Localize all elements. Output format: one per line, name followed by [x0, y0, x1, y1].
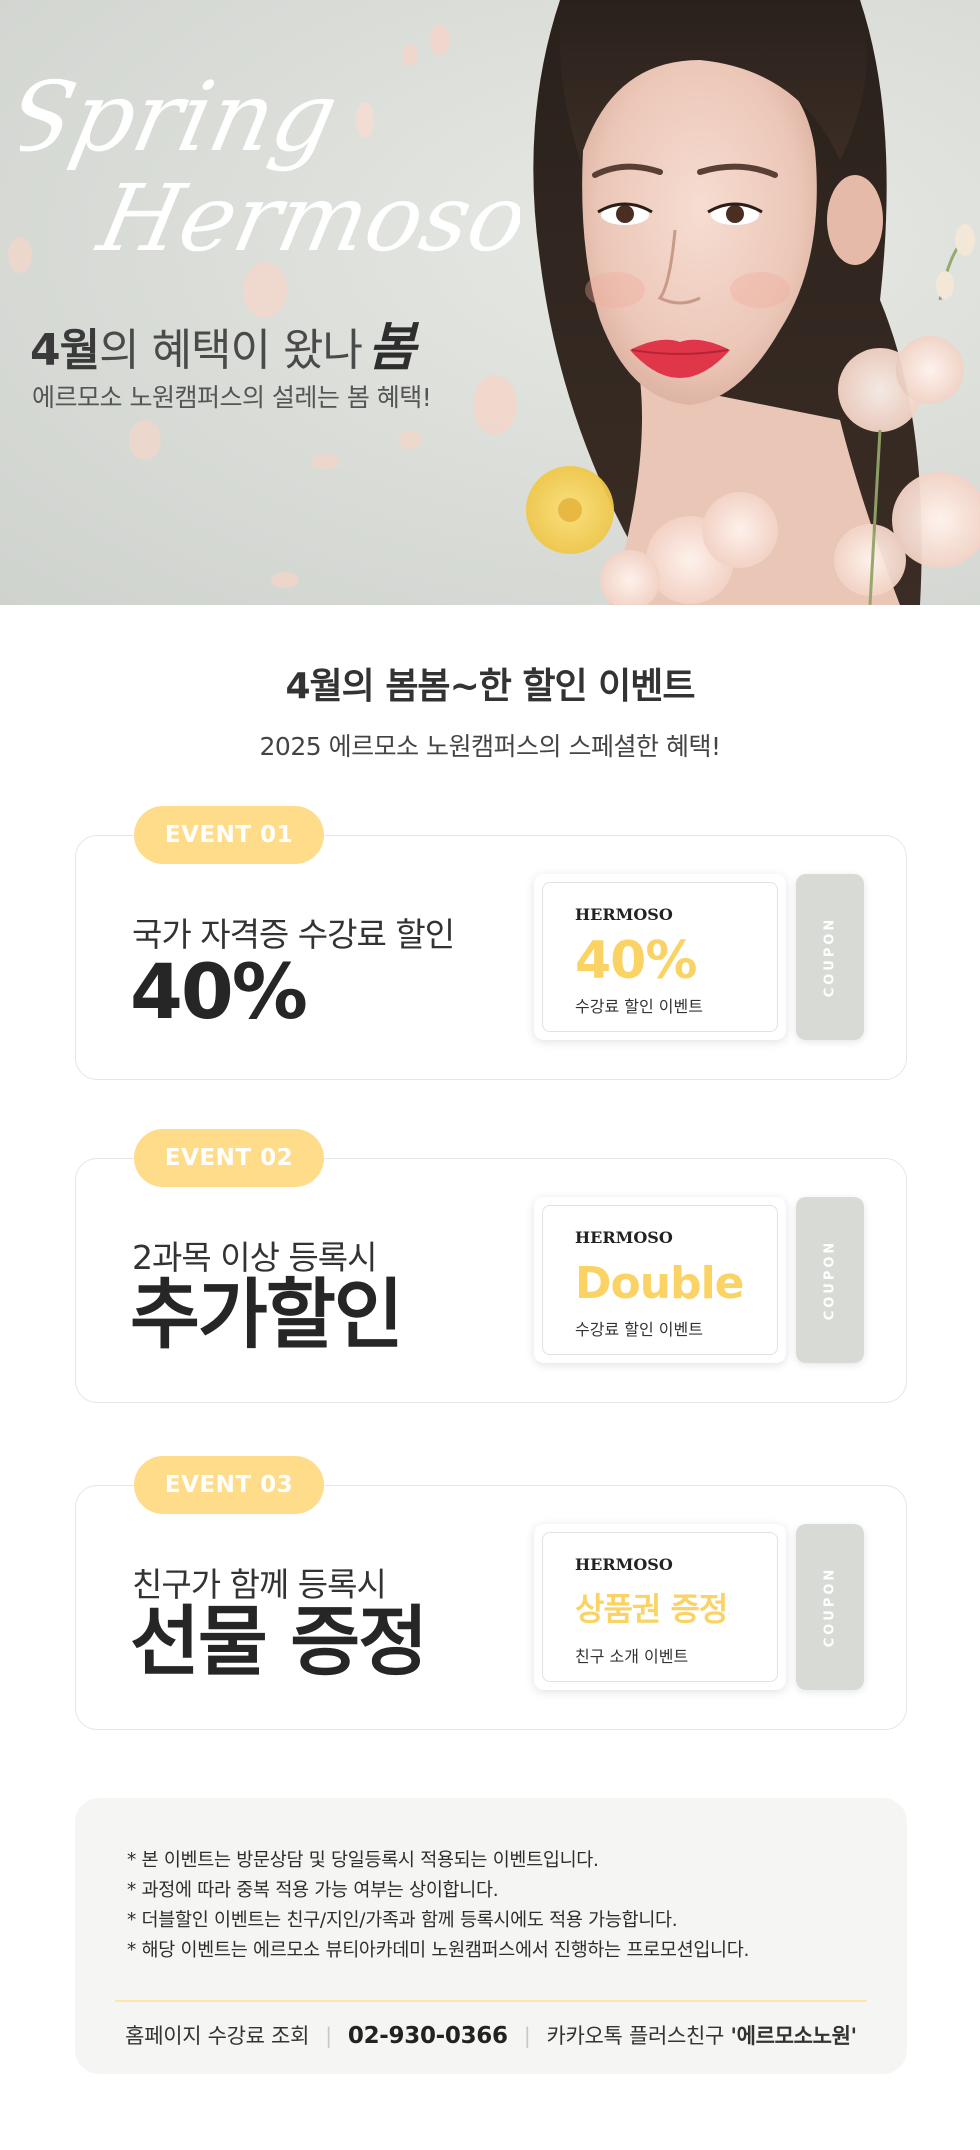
- intro-title: 4월의 봄봄~한 할인 이벤트: [285, 666, 695, 707]
- phone-number[interactable]: 02-930-0366: [348, 2023, 508, 2049]
- hero-heading: 4월의 혜택이 왔나 봄: [30, 317, 416, 378]
- svg-text:Spring: Spring: [20, 61, 347, 173]
- event-badge: EVENT 03: [134, 1456, 324, 1514]
- separator: |: [325, 2024, 332, 2048]
- coupon-stub: COUPON: [796, 1197, 864, 1363]
- event-badge: EVENT 01: [134, 806, 324, 864]
- coupon-brand: HERMOSO: [575, 1228, 673, 1247]
- coupon[interactable]: HERMOSO 상품권 증정 친구 소개 이벤트 COUPON: [534, 1524, 864, 1690]
- hero-subheading: 에르모소 노원캠퍼스의 설레는 봄 혜택!: [32, 383, 432, 412]
- coupon[interactable]: HERMOSO 40% 수강료 할인 이벤트 COUPON: [534, 874, 864, 1040]
- note-item: * 본 이벤트는 방문상담 및 당일등록시 적용되는 이벤트입니다.: [127, 1850, 599, 1871]
- coupon-stub: COUPON: [796, 874, 864, 1040]
- event-badge: EVENT 02: [134, 1129, 324, 1187]
- event-card-3: EVENT 03 친구가 함께 등록시 선물 증정 HERMOSO 상품권 증정…: [75, 1456, 907, 1730]
- event-card-1: EVENT 01 국가 자격증 수강료 할인 40% HERMOSO 40% 수…: [75, 806, 907, 1080]
- note-item: * 과정에 따라 중복 적용 가능 여부는 상이합니다.: [127, 1880, 499, 1901]
- note-item: * 더블할인 이벤트는 친구/지인/가족과 함께 등록시에도 적용 가능합니다.: [127, 1910, 678, 1931]
- event-card-2: EVENT 02 2과목 이상 등록시 추가할인 HERMOSO Double …: [75, 1129, 907, 1403]
- coupon-value: Double: [575, 1258, 744, 1309]
- coupon-brand: HERMOSO: [575, 1555, 673, 1574]
- coupon-brand: HERMOSO: [575, 905, 673, 924]
- coupon[interactable]: HERMOSO Double 수강료 할인 이벤트 COUPON: [534, 1197, 864, 1363]
- kakao-label: 카카오톡 플러스친구: [546, 2024, 731, 2048]
- coupon-body: HERMOSO 상품권 증정 친구 소개 이벤트: [534, 1524, 786, 1690]
- coupon-value: 상품권 증정: [575, 1590, 728, 1628]
- event-headline: 선물 증정: [130, 1597, 428, 1686]
- separator: |: [523, 2024, 531, 2048]
- coupon-body: HERMOSO Double 수강료 할인 이벤트: [534, 1197, 786, 1363]
- homepage-fee-link[interactable]: 홈페이지 수강료 조회: [125, 2024, 309, 2048]
- coupon-value: 40%: [575, 931, 697, 991]
- notes-box: * 본 이벤트는 방문상담 및 당일등록시 적용되는 이벤트입니다. * 과정에…: [75, 1798, 907, 2074]
- coupon-description: 수강료 할인 이벤트: [575, 1320, 703, 1339]
- event-headline: 40%: [130, 947, 308, 1036]
- coupon-description: 친구 소개 이벤트: [575, 1647, 689, 1666]
- intro-section: 4월의 봄봄~한 할인 이벤트 2025 에르모소 노원캠퍼스의 스페셜한 혜택…: [0, 605, 980, 785]
- note-item: * 해당 이벤트는 에르모소 뷰티아카데미 노원캠퍼스에서 진행하는 프로모션입…: [127, 1940, 750, 1961]
- intro-subtitle: 2025 에르모소 노원캠퍼스의 스페셜한 혜택!: [259, 732, 721, 761]
- svg-text:Hermoso: Hermoso: [88, 165, 520, 270]
- hero-script-title: Spring Hermoso: [20, 61, 520, 270]
- divider: [115, 2000, 867, 2002]
- coupon-stub: COUPON: [796, 1524, 864, 1690]
- event-headline: 추가할인: [130, 1270, 404, 1359]
- coupon-body: HERMOSO 40% 수강료 할인 이벤트: [534, 874, 786, 1040]
- notes-list: * 본 이벤트는 방문상담 및 당일등록시 적용되는 이벤트입니다. * 과정에…: [127, 1846, 749, 1966]
- hero-banner: Spring Hermoso 4월의 혜택이 왔나 봄 에르모소 노원캠퍼스의 설…: [0, 0, 980, 605]
- coupon-description: 수강료 할인 이벤트: [575, 997, 703, 1016]
- kakao-channel-name[interactable]: '에르모소노원': [730, 2024, 857, 2048]
- contact-line: 홈페이지 수강료 조회 | 02-930-0366 | 카카오톡 플러스친구 '에르모소…: [75, 2020, 907, 2050]
